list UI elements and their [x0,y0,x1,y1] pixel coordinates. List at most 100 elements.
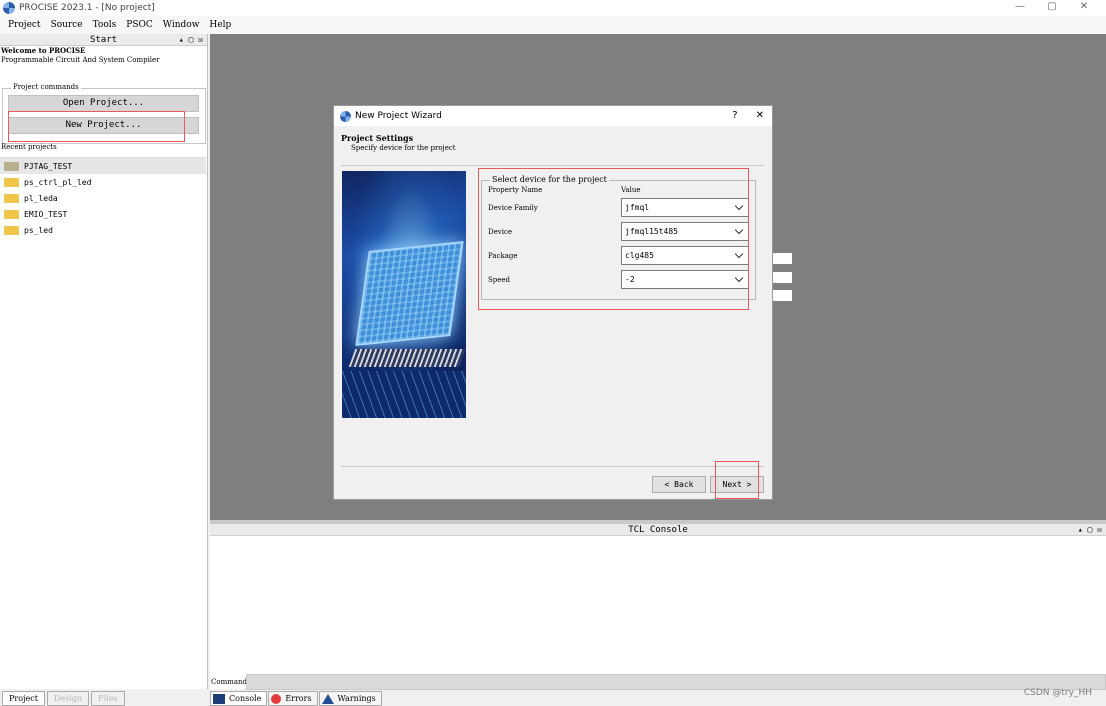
new-project-button[interactable]: New Project... [8,117,199,134]
select-value: -2 [625,275,635,284]
property-label: Speed [488,276,511,284]
folder-icon [4,161,19,171]
tab-label: Console [229,694,262,703]
recent-project-name: ps_ctrl_pl_led [24,177,92,187]
watermark: CSDN @try_HH [1023,688,1092,698]
menu-bar: Project Source Tools PSOC Window Help [0,16,1106,34]
page-subheading: Specify device for the project [351,144,456,152]
title-bar: PROCISE 2023.1 - [No project] — ▢ ✕ [0,0,1106,16]
folder-icon [4,193,19,203]
menu-source[interactable]: Source [51,20,83,30]
dialog-title: New Project Wizard [355,111,442,121]
package-select[interactable]: clg485 [621,246,749,265]
tab-warnings[interactable]: Warnings [318,691,382,706]
divider [341,165,764,166]
recent-projects-list: PJTAG_TEST ps_ctrl_pl_led pl_leda EMIO_T… [0,157,206,238]
start-panel: Start ▴ ▢ ☒ Welcome to PROCISE Programma… [0,34,208,689]
property-row-device: Device jfmql15t485 [482,222,755,246]
recent-project-name: PJTAG_TEST [24,161,73,171]
maximize-button[interactable]: ▢ [1036,0,1068,16]
property-label: Device Family [488,204,538,212]
device-family-select[interactable]: jfmql [621,198,749,217]
recent-project-item[interactable]: EMIO_TEST [0,206,206,222]
page-heading: Project Settings [341,133,414,143]
help-button[interactable]: ? [732,110,737,121]
dialog-body: Project Settings Specify device for the … [334,126,772,499]
dialog-title-bar: New Project Wizard [334,106,772,126]
circuit-board [342,371,466,418]
menu-project[interactable]: Project [8,20,41,30]
speed-select[interactable]: -2 [621,270,749,289]
chip-die [355,241,464,346]
new-project-wizard-dialog: New Project Wizard ? ✕ Project Settings … [333,105,773,500]
menu-psoc[interactable]: PSOC [126,20,153,30]
tab-console[interactable]: Console [210,691,268,706]
tab-project[interactable]: Project [2,691,45,706]
recent-project-item[interactable]: PJTAG_TEST [0,158,206,174]
window-controls: — ▢ ✕ [1004,0,1100,16]
console-tabs: Console Errors Warnings [210,689,382,706]
property-row-speed: Speed -2 [482,270,755,294]
chip-pins [348,349,466,367]
background-tag [772,253,792,264]
panel-controls[interactable]: ▴ ▢ ☒ [179,34,203,46]
divider [341,466,764,467]
menu-help[interactable]: Help [209,20,231,30]
recent-project-item[interactable]: ps_led [0,222,206,238]
device-select[interactable]: jfmql15t485 [621,222,749,241]
tab-label: Warnings [337,694,376,703]
welcome-subtitle: Programmable Circuit And System Compiler [1,56,160,64]
tab-files[interactable]: Files [91,691,125,706]
property-label: Package [488,252,518,260]
tcl-console-header: TCL Console ▴ ▢ ☒ [210,524,1106,536]
command-input[interactable] [246,674,1106,690]
property-row-package: Package clg485 [482,246,755,270]
app-logo-icon [3,2,15,14]
minimize-button[interactable]: — [1004,0,1036,16]
welcome-title: Welcome to PROCISE [1,46,86,55]
folder-icon [4,177,19,187]
recent-project-item[interactable]: ps_ctrl_pl_led [0,174,206,190]
tcl-console-title: TCL Console [628,525,688,535]
console-icon [213,693,225,704]
device-group-label: Select device for the project [490,175,609,184]
start-panel-header: Start ▴ ▢ ☒ [0,34,207,46]
property-name-header: Property Name [488,186,543,194]
recent-project-item[interactable]: pl_leda [0,190,206,206]
chevron-down-icon [734,225,744,235]
property-label: Device [488,228,513,236]
tab-errors[interactable]: Errors [268,691,318,706]
folder-icon [4,225,19,235]
back-button[interactable]: < Back [652,476,706,493]
start-panel-title: Start [89,35,118,45]
background-tag [772,290,792,301]
panel-controls[interactable]: ▴ ▢ ☒ [1078,524,1102,536]
device-selection-group: Select device for the project Property N… [481,175,756,300]
recent-project-name: EMIO_TEST [24,209,68,219]
command-label: Command> [211,678,253,686]
close-icon[interactable]: ✕ [756,110,764,121]
project-commands-label: Project commands [11,83,81,91]
menu-window[interactable]: Window [163,20,200,30]
value-header: Value [621,186,641,194]
dialog-controls: ? ✕ [732,110,764,121]
chevron-down-icon [734,201,744,211]
open-project-button[interactable]: Open Project... [8,95,199,112]
left-panel-tabs: Project Design Files [0,689,208,706]
tab-design[interactable]: Design [46,691,90,706]
welcome-text: Welcome to PROCISE Programmable Circuit … [0,46,207,65]
project-commands-group: Project commands Open Project... New Pro… [2,83,206,144]
background-tag [772,272,792,283]
folder-icon [4,209,19,219]
select-value: jfmql [625,203,650,212]
select-value: clg485 [625,251,654,260]
recent-project-name: ps_led [24,225,53,235]
error-icon [271,693,282,704]
recent-projects-label: Recent projects [1,143,57,151]
next-button[interactable]: Next > [710,476,764,493]
property-row-device-family: Device Family jfmql [482,198,755,222]
window-title: PROCISE 2023.1 - [No project] [19,3,155,13]
close-window-button[interactable]: ✕ [1068,0,1100,16]
menu-tools[interactable]: Tools [93,20,117,30]
chevron-down-icon [734,273,744,283]
